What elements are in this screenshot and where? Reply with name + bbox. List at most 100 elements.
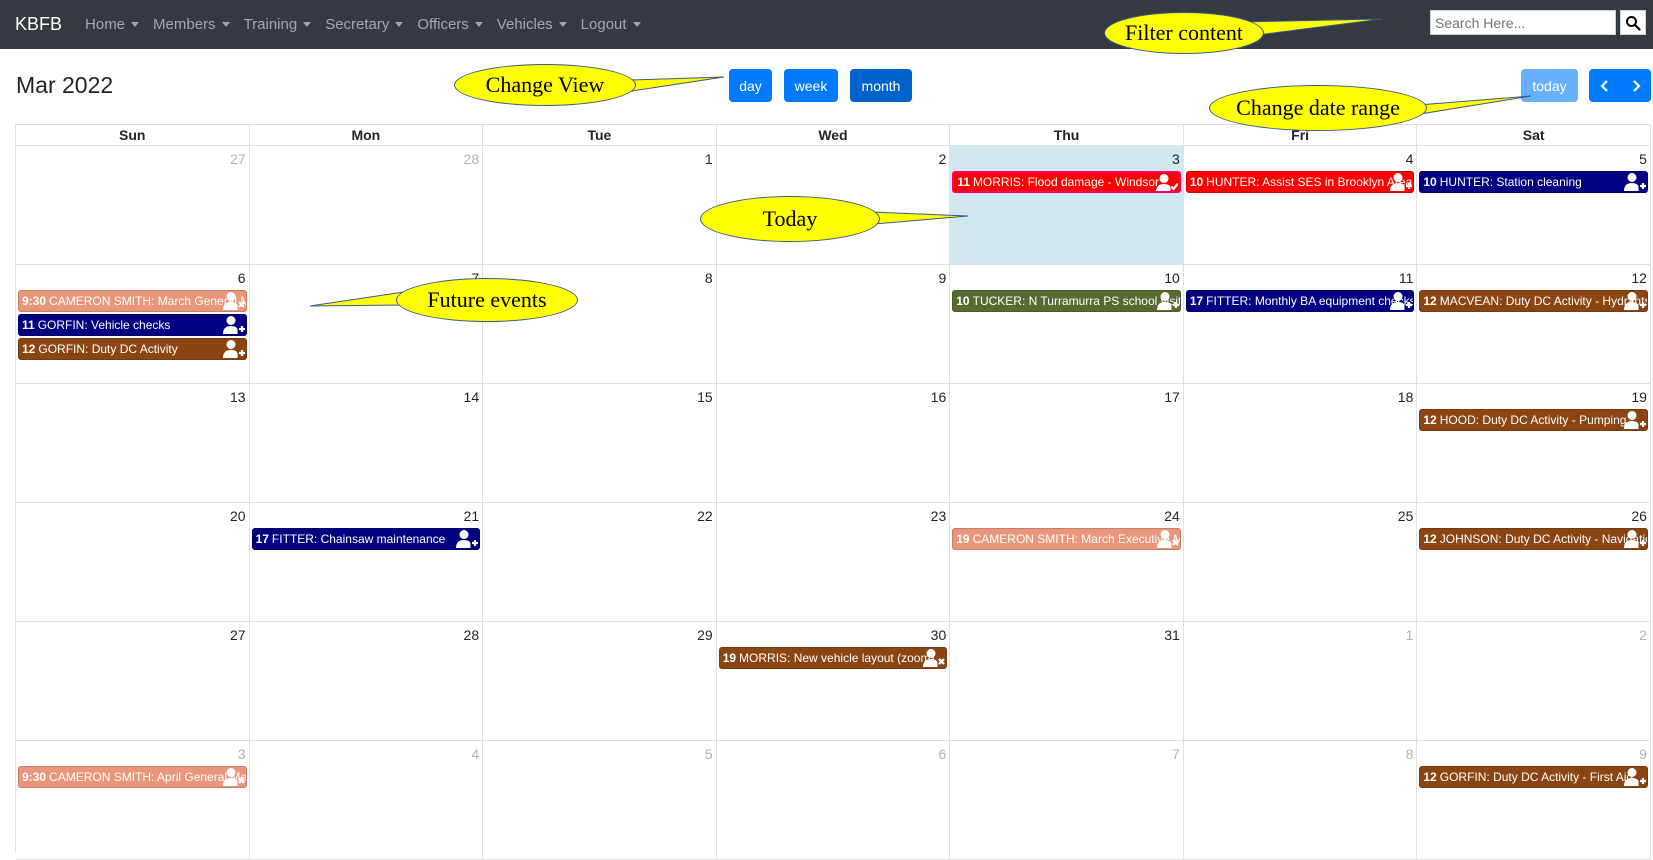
user-plus-icon[interactable]	[1623, 291, 1646, 311]
day-cell[interactable]: 13	[16, 384, 250, 503]
user-plus-icon[interactable]	[1390, 172, 1413, 192]
day-number[interactable]: 14	[464, 389, 480, 405]
day-number[interactable]: 22	[697, 508, 713, 524]
user-plus-icon[interactable]	[1623, 410, 1646, 430]
day-number[interactable]: 8	[705, 270, 713, 286]
day-cell[interactable]: 24 19CAMERON SMITH: March Executive Meeti…	[950, 503, 1184, 622]
day-cell[interactable]: 27	[16, 622, 250, 741]
day-cell[interactable]: 14	[249, 384, 484, 503]
calendar-event[interactable]: 9:30CAMERON SMITH: March General Meeting	[18, 290, 247, 312]
user-plus-icon[interactable]	[1623, 529, 1646, 549]
day-cell[interactable]: 16	[716, 384, 951, 503]
day-cell[interactable]: 6	[716, 741, 951, 860]
day-cell[interactable]: 1	[483, 146, 717, 265]
day-number[interactable]: 27	[230, 151, 246, 167]
day-cell[interactable]: 19 12 HOOD: Duty DC Activity - Pumping	[1417, 384, 1651, 503]
day-cell[interactable]: 30 19 MORRIS: New vehicle layout (zoom)	[716, 622, 951, 741]
day-number[interactable]: 30	[931, 627, 947, 643]
day-cell[interactable]: 28	[249, 622, 484, 741]
day-cell[interactable]: 22	[483, 503, 717, 622]
day-number[interactable]: 13	[230, 389, 246, 405]
view-day-button[interactable]: day	[729, 69, 772, 102]
day-cell[interactable]: 18	[1183, 384, 1418, 503]
day-cell[interactable]: 12 12 MACVEAN: Duty DC Activity - Hydrants	[1417, 265, 1651, 384]
day-number[interactable]: 31	[1164, 627, 1180, 643]
day-cell[interactable]: 26 12 JOHNSON: Duty DC Activity - Navigati…	[1417, 503, 1651, 622]
day-number[interactable]: 17	[1164, 389, 1180, 405]
day-number[interactable]: 5	[705, 746, 713, 762]
day-number[interactable]: 3	[238, 746, 246, 762]
nav-logout[interactable]: Logout	[581, 16, 641, 33]
nav-officers[interactable]: Officers	[417, 16, 483, 33]
user-check-icon[interactable]	[1155, 173, 1179, 191]
day-number[interactable]: 6	[238, 270, 246, 286]
calendar-event[interactable]: 12 HOOD: Duty DC Activity - Pumping	[1419, 409, 1648, 431]
day-cell[interactable]: 4	[249, 741, 484, 860]
today-button[interactable]: today	[1521, 69, 1578, 102]
day-cell[interactable]: 5	[483, 741, 717, 860]
day-number[interactable]: 4	[471, 746, 479, 762]
day-number[interactable]: 2	[938, 151, 946, 167]
day-cell[interactable]: 28	[249, 146, 484, 265]
day-cell[interactable]: 27	[16, 146, 250, 265]
nav-training[interactable]: Training	[244, 16, 312, 33]
day-number[interactable]: 21	[464, 508, 480, 524]
day-number[interactable]: 1	[705, 151, 713, 167]
user-plus-icon[interactable]	[222, 339, 245, 359]
user-times-icon[interactable]	[222, 767, 245, 787]
day-cell[interactable]: 2	[1417, 622, 1651, 741]
user-plus-icon[interactable]	[222, 315, 245, 335]
day-cell[interactable]: 5 10 HUNTER: Station cleaning	[1417, 146, 1651, 265]
day-number[interactable]: 28	[464, 627, 480, 643]
day-cell[interactable]: 23	[716, 503, 951, 622]
calendar-event[interactable]: 9:30CAMERON SMITH: April General Meeting	[18, 766, 247, 788]
day-cell[interactable]: 9 12 GORFIN: Duty DC Activity - First Aid	[1417, 741, 1651, 860]
day-number[interactable]: 28	[464, 151, 480, 167]
calendar-event[interactable]: 17 FITTER: Monthly BA equipment checks	[1185, 290, 1415, 312]
user-plus-icon[interactable]	[456, 529, 479, 549]
day-number[interactable]: 15	[697, 389, 713, 405]
day-number[interactable]: 1	[1406, 627, 1414, 643]
nav-home[interactable]: Home	[85, 16, 140, 33]
chevron-right-icon[interactable]	[1629, 79, 1643, 93]
day-number[interactable]: 27	[230, 627, 246, 643]
day-cell[interactable]: 11 17 FITTER: Monthly BA equipment checks	[1183, 265, 1418, 384]
day-number[interactable]: 24	[1164, 508, 1180, 524]
day-cell[interactable]: 15	[483, 384, 717, 503]
calendar-event[interactable]: 11 GORFIN: Vehicle checks	[18, 314, 247, 336]
calendar-event[interactable]: 11 MORRIS: Flood damage - Windsor	[952, 171, 1181, 193]
day-cell[interactable]: 25	[1183, 503, 1418, 622]
day-cell[interactable]: 3 9:30CAMERON SMITH: April General Meetin…	[16, 741, 250, 860]
day-cell[interactable]: 29	[483, 622, 717, 741]
day-cell[interactable]: 17	[950, 384, 1184, 503]
nav-vehicles[interactable]: Vehicles	[497, 16, 567, 33]
day-number[interactable]: 9	[1639, 746, 1647, 762]
day-number[interactable]: 25	[1398, 508, 1414, 524]
calendar-event[interactable]: 12 GORFIN: Duty DC Activity - First Aid	[1419, 766, 1648, 788]
day-number[interactable]: 5	[1639, 151, 1647, 167]
nav-members[interactable]: Members	[153, 16, 230, 33]
user-times-icon[interactable]	[923, 648, 946, 668]
calendar-event[interactable]: 12 MACVEAN: Duty DC Activity - Hydrants	[1419, 290, 1648, 312]
day-number[interactable]: 7	[1172, 746, 1180, 762]
calendar-event[interactable]: 10 TUCKER: N Turramurra PS school visit	[952, 290, 1181, 312]
day-number[interactable]: 4	[1406, 151, 1414, 167]
nav-secretary[interactable]: Secretary	[325, 16, 404, 33]
search-input[interactable]	[1430, 10, 1616, 35]
day-number[interactable]: 20	[230, 508, 246, 524]
user-plus-icon[interactable]	[1390, 291, 1413, 311]
day-number[interactable]: 26	[1631, 508, 1647, 524]
day-number[interactable]: 29	[697, 627, 713, 643]
user-times-icon[interactable]	[1156, 529, 1179, 549]
day-cell[interactable]: 1	[1183, 622, 1418, 741]
day-cell[interactable]: 6 9:30CAMERON SMITH: March General Meetin…	[16, 265, 250, 384]
calendar-event[interactable]: 12 GORFIN: Duty DC Activity	[18, 338, 247, 360]
day-number[interactable]: 11	[1399, 270, 1414, 286]
day-cell[interactable]: 8	[1183, 741, 1418, 860]
day-cell[interactable]: 31	[950, 622, 1184, 741]
day-number[interactable]: 9	[938, 270, 946, 286]
day-cell[interactable]: 7	[950, 741, 1184, 860]
user-plus-icon[interactable]	[1156, 291, 1179, 311]
day-number[interactable]: 3	[1172, 151, 1180, 167]
day-number[interactable]: 12	[1631, 270, 1647, 286]
